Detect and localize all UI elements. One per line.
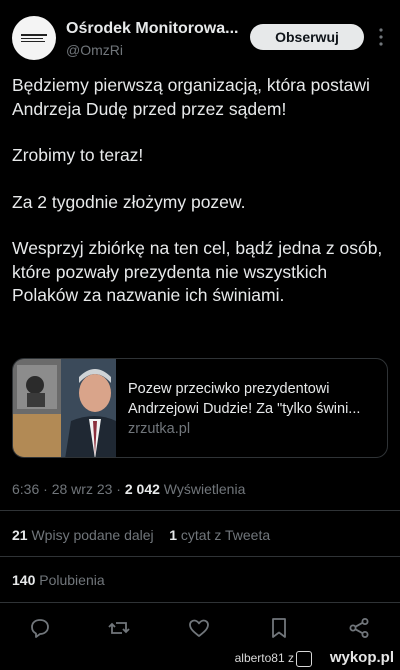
watermark-username: alberto81 z <box>235 651 294 665</box>
card-title[interactable]: Pozew przeciwko prezydentowi Andrzejowi … <box>128 379 378 419</box>
avatar[interactable] <box>12 16 56 60</box>
divider <box>0 602 400 603</box>
retweets-stat[interactable]: 21 Wpisy podane dalej <box>12 527 158 543</box>
quotes-count: 1 <box>169 527 178 543</box>
likes-count: 140 <box>12 572 36 588</box>
divider <box>0 510 400 511</box>
tweet-paragraph: Zrobimy to teraz! <box>12 145 144 165</box>
views-count: 2 042 <box>124 481 160 497</box>
tweet-time[interactable]: 6:36 <box>12 481 39 497</box>
tweet-header: Ośrodek Monitorowa... @OmzRi Obserwuj <box>12 14 390 62</box>
account-info[interactable]: Ośrodek Monitorowa... @OmzRi <box>66 20 238 58</box>
watermark-joiner: z <box>288 651 294 665</box>
link-card[interactable]: Pozew przeciwko prezydentowi Andrzejowi … <box>12 358 388 458</box>
watermark-user-text: alberto81 <box>234 651 285 665</box>
card-title-line: Pozew przeciwko prezydentowi <box>128 381 330 397</box>
action-bar <box>0 612 400 642</box>
meta-separator: · <box>116 481 121 497</box>
bookmark-icon[interactable] <box>267 616 291 640</box>
retweets-count: 21 <box>12 527 28 543</box>
display-name[interactable]: Ośrodek Monitorowa... <box>66 20 238 38</box>
views-label: Wyświetlenia <box>163 481 246 497</box>
tweet-text: Będziemy pierwszą organizacją, która pos… <box>12 74 390 331</box>
quotes-stat[interactable]: 1 cytat z Tweeta <box>169 527 270 543</box>
handle[interactable]: @OmzRi <box>66 42 238 58</box>
likes-stat[interactable]: 140 Polubienia <box>12 572 105 588</box>
wykop-icon <box>296 651 312 667</box>
card-thumbnail <box>13 359 116 457</box>
tweet-meta: 6:36 · 28 wrz 23 · 2 042 Wyświetlenia <box>12 481 245 497</box>
card-title-line: Andrzejowi Dudzie! Za "tylko świni... <box>128 401 361 417</box>
tweet-date[interactable]: 28 wrz 23 <box>52 481 113 497</box>
retweet-icon[interactable] <box>107 616 131 640</box>
watermark: alberto81 z wykop.pl <box>0 648 400 670</box>
card-body[interactable]: Pozew przeciwko prezydentowi Andrzejowi … <box>128 379 378 437</box>
retweet-stats: 21 Wpisy podane dalej 1 cytat z Tweeta <box>12 527 270 543</box>
more-options-icon[interactable] <box>372 26 390 48</box>
wykop-logo: wykop.pl <box>329 649 394 666</box>
follow-button[interactable]: Obserwuj <box>250 24 364 50</box>
meta-separator: · <box>43 481 48 497</box>
likes-label: Polubienia <box>39 572 105 588</box>
share-icon[interactable] <box>347 616 371 640</box>
card-domain: zrzutka.pl <box>128 421 191 437</box>
quotes-label: cytat z Tweeta <box>180 527 271 543</box>
retweets-label: Wpisy podane dalej <box>31 527 154 543</box>
tweet-paragraph: Za 2 tygodnie złożymy pozew. <box>12 191 246 212</box>
like-icon[interactable] <box>187 616 211 640</box>
divider <box>0 556 400 557</box>
reply-icon[interactable] <box>28 616 52 640</box>
tweet-paragraph: Będziemy pierwszą organizacją, która pos… <box>12 75 370 119</box>
tweet-paragraph: Wesprzyj zbiórkę na ten cel, bądź jedna … <box>12 238 383 305</box>
